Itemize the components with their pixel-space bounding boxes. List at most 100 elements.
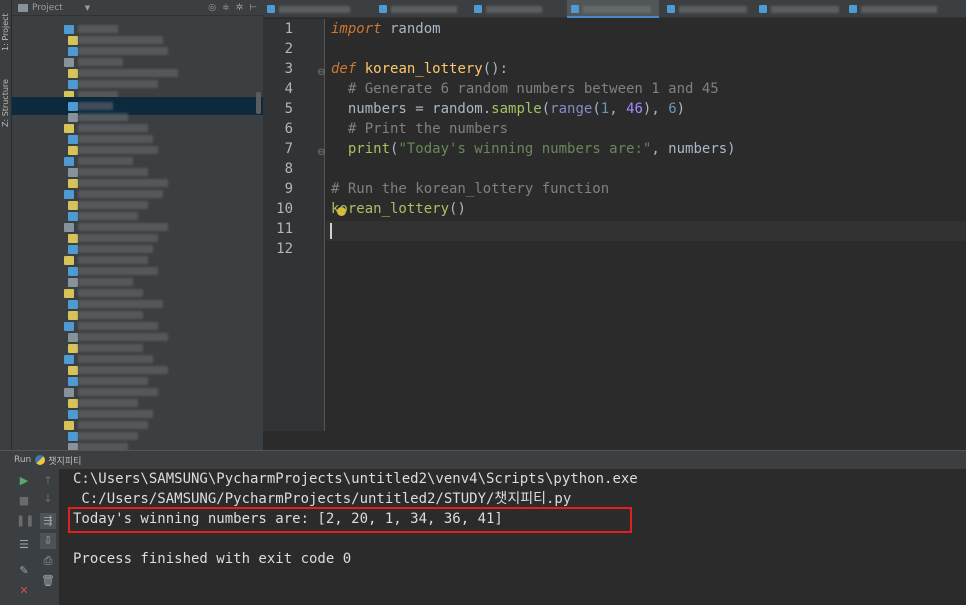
code-line: # Run the korean_lottery function — [331, 179, 609, 199]
editor-tab[interactable] — [755, 0, 847, 18]
code-line: # Print the numbers — [331, 119, 508, 139]
editor-tab[interactable] — [375, 0, 465, 18]
editor-tab[interactable] — [263, 0, 358, 18]
code-token: numbers = random. — [331, 101, 492, 117]
run-toolbar-secondary: ↑ ↓ ⇶ ⇩ ⎙ 🗑 — [36, 469, 60, 605]
fold-icon[interactable]: ⊖ — [317, 67, 325, 78]
editor-tab-bar — [263, 0, 966, 18]
line-number: 1 — [284, 21, 293, 37]
code-token: ) — [676, 101, 686, 117]
run-label: Run — [14, 455, 32, 465]
editor-tab[interactable] — [845, 0, 945, 18]
editor-gutter: ⊖ ⊖ 1 2 3 4 5 6 7 8 9 10 11 12 — [263, 19, 325, 431]
line-number: 5 — [284, 101, 293, 117]
code-token: 6 — [668, 101, 677, 117]
code-token: ( — [592, 101, 601, 117]
rerun-icon[interactable]: ▶ — [16, 473, 32, 489]
soft-wrap-icon[interactable]: ⇶ — [40, 513, 56, 529]
run-console[interactable]: C:\Users\SAMSUNG\PycharmProjects\untitle… — [61, 469, 966, 605]
code-editor[interactable]: import random def korean_lottery(): # Gen… — [326, 19, 966, 431]
pin-icon[interactable]: ✎ — [16, 563, 32, 579]
code-token: "Today's winning numbers are:" — [398, 141, 652, 157]
python-file-icon — [474, 5, 482, 13]
line-number: 4 — [284, 81, 293, 97]
code-token: ), — [642, 101, 669, 117]
project-panel-title[interactable]: Project — [32, 3, 63, 13]
scroll-to-end-icon[interactable]: ⇩ — [40, 533, 56, 549]
run-config-name[interactable]: 챗지피티 — [48, 454, 81, 467]
chevron-down-icon[interactable]: ▼ — [85, 4, 90, 12]
run-left-strip — [0, 469, 12, 605]
python-file-icon — [849, 5, 857, 13]
python-file-icon — [667, 5, 675, 13]
gear-icon[interactable]: ✲ — [236, 3, 244, 13]
arrow-down-icon[interactable]: ↓ — [40, 491, 56, 507]
arrow-up-icon[interactable]: ↑ — [40, 473, 56, 489]
code-token: (): — [482, 61, 509, 77]
trash-icon[interactable]: 🗑 — [40, 573, 56, 589]
layout-icon[interactable]: ☰ — [16, 537, 32, 553]
code-line: print("Today's winning numbers are:", nu… — [331, 139, 736, 159]
code-token: # Generate 6 random numbers between 1 an… — [331, 81, 719, 97]
code-token: # Print the numbers — [331, 121, 509, 137]
project-tool-tab[interactable]: 1: Project — [0, 2, 12, 62]
hide-icon[interactable]: ⊢ — [249, 3, 257, 13]
tree-item[interactable] — [12, 438, 263, 450]
editor-tab[interactable] — [663, 0, 755, 18]
python-file-icon — [379, 5, 387, 13]
code-line: def korean_lottery(): — [331, 59, 508, 79]
python-file-icon — [267, 5, 275, 13]
left-tool-strip: 1: Project Z: Structure — [0, 0, 12, 450]
code-token: def — [331, 61, 357, 77]
code-token: korean_lottery — [331, 201, 450, 217]
line-number: 2 — [284, 41, 293, 57]
code-line: import random — [331, 19, 441, 39]
run-toolbar-primary: ▶ ■ ❚❚ ☰ ✎ ✕ — [12, 469, 36, 605]
stop-icon[interactable]: ■ — [16, 493, 32, 509]
editor-tab-label — [279, 6, 350, 13]
editor-tab[interactable] — [470, 0, 550, 18]
line-number: 11 — [276, 221, 293, 237]
python-icon — [35, 455, 46, 465]
code-token: random — [381, 21, 441, 37]
editor-tab-label — [771, 6, 839, 13]
console-line: C:\Users\SAMSUNG\PycharmProjects\untitle… — [73, 471, 638, 487]
line-number: 8 — [284, 161, 293, 177]
file-icon — [68, 443, 78, 450]
console-line: Process finished with exit code 0 — [73, 551, 352, 567]
project-panel-tools: ◎ ≑ ✲ ⊢ — [208, 3, 257, 13]
project-panel: Project ▼ ◎ ≑ ✲ ⊢ — [12, 0, 263, 450]
print-icon[interactable]: ⎙ — [40, 553, 56, 569]
code-token: ( — [541, 101, 551, 117]
collapse-icon[interactable]: ≑ — [222, 3, 230, 13]
editor-tab-label — [583, 6, 651, 13]
editor-tab-label — [679, 6, 747, 13]
code-token: , numbers) — [651, 141, 736, 157]
locate-icon[interactable]: ◎ — [208, 3, 216, 13]
line-number: 6 — [284, 121, 293, 137]
tree-scrollbar[interactable] — [256, 92, 261, 114]
editor-bottom-area — [263, 431, 966, 450]
console-line: C:/Users/SAMSUNG/PycharmProjects/untitle… — [73, 491, 572, 507]
line-number: 10 — [276, 201, 293, 217]
code-token: , — [609, 101, 627, 117]
line-number: 7 — [284, 141, 293, 157]
run-panel-header: Run 챗지피티 — [0, 450, 966, 469]
text-caret — [330, 223, 332, 239]
code-token: () — [449, 201, 466, 217]
editor-tab-label — [486, 6, 542, 13]
editor-tab-label — [861, 6, 937, 13]
structure-tool-tab[interactable]: Z: Structure — [0, 70, 12, 136]
close-icon[interactable]: ✕ — [16, 583, 32, 599]
pause-icon[interactable]: ❚❚ — [16, 513, 34, 529]
editor-tab-label — [391, 6, 457, 13]
folder-icon — [18, 3, 28, 12]
code-line: # Generate 6 random numbers between 1 an… — [331, 79, 719, 99]
code-line: korean_lottery() — [331, 199, 466, 219]
python-file-icon — [571, 5, 579, 13]
editor-tab[interactable] — [567, 0, 659, 18]
code-token: import — [331, 21, 382, 37]
fold-end-icon[interactable]: ⊖ — [317, 147, 325, 158]
code-token: sample — [491, 101, 542, 117]
